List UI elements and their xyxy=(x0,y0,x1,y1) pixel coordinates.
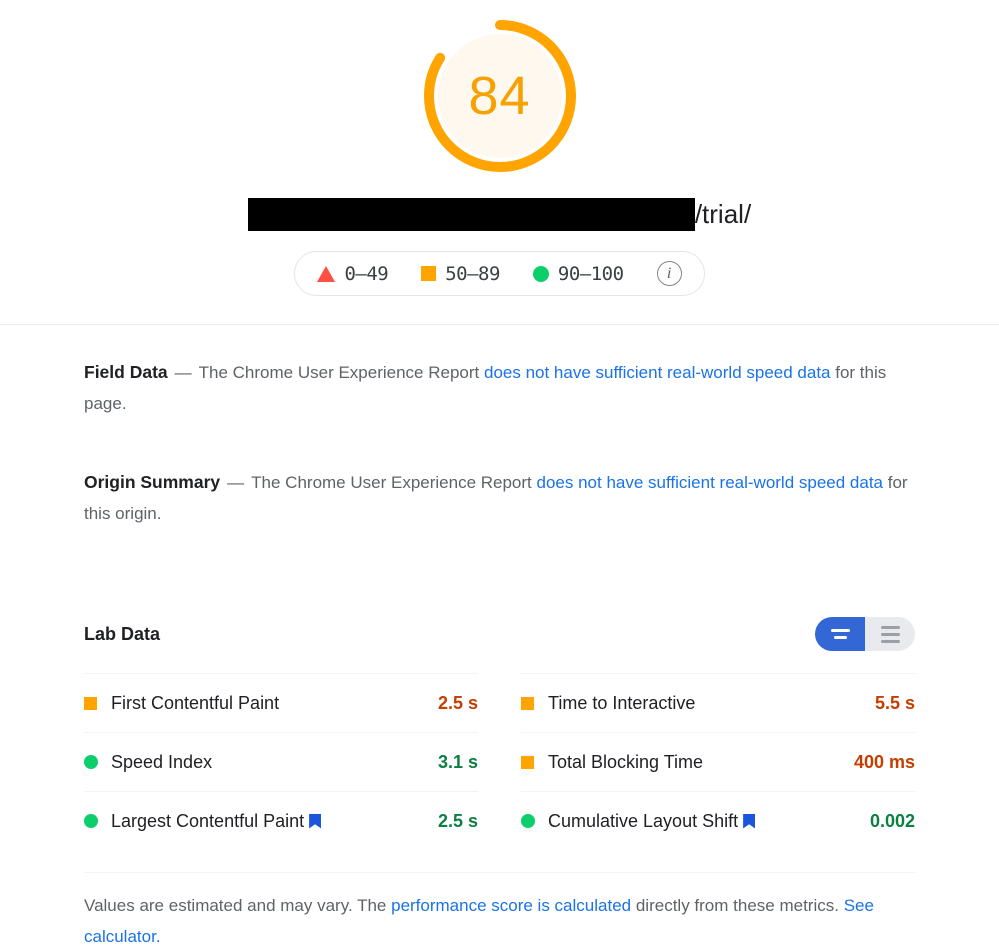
bar-icon-long xyxy=(830,629,850,632)
legend-label-average: 50–89 xyxy=(445,262,500,285)
square-icon xyxy=(421,266,437,281)
metric-name: Total Blocking Time xyxy=(548,752,854,773)
analyzed-url: /trial/ xyxy=(0,198,999,231)
field-data-section: Field Data — The Chrome User Experience Re… xyxy=(84,357,915,419)
metric-label: Speed Index xyxy=(111,751,213,772)
metric-value: 2.5 s xyxy=(437,692,478,713)
origin-summary-link[interactable]: does not have sufficient real-world spee… xyxy=(537,473,884,492)
lab-data-title: Lab Data xyxy=(84,623,161,644)
metric-label: Total Blocking Time xyxy=(548,751,704,772)
metric-name: First Contentful Paint xyxy=(111,693,438,714)
lab-data-footnote: Values are estimated and may vary. The p… xyxy=(84,872,915,952)
table-row[interactable]: Largest Contentful Paint 2.5 s xyxy=(84,791,478,850)
triangle-icon xyxy=(317,265,336,282)
score-legend-container: 0–49 50–89 90–100 i xyxy=(0,251,999,296)
field-data-link[interactable]: does not have sufficient real-world spee… xyxy=(484,363,831,382)
metric-label: Cumulative Layout Shift xyxy=(548,810,739,831)
metric-name: Largest Contentful Paint xyxy=(111,811,438,832)
metric-value: 2.5 s xyxy=(437,810,478,831)
metric-value: 400 ms xyxy=(853,751,915,772)
circle-icon xyxy=(532,265,549,282)
legend-item-good: 90–100 xyxy=(532,262,624,285)
table-row[interactable]: Speed Index 3.1 s xyxy=(84,732,478,791)
table-row[interactable]: Total Blocking Time 400 ms xyxy=(521,732,915,791)
bar-icon-3 xyxy=(880,639,900,643)
bookmark-icon xyxy=(309,813,322,829)
toggle-condensed-view[interactable] xyxy=(815,617,865,651)
table-row[interactable]: Time to Interactive 5.5 s xyxy=(521,673,915,732)
performance-score-link[interactable]: performance score is calculated xyxy=(391,896,631,915)
metric-label: First Contentful Paint xyxy=(111,692,280,713)
metric-label: Time to Interactive xyxy=(548,692,696,713)
circle-icon xyxy=(521,814,535,828)
toggle-expanded-view[interactable] xyxy=(865,617,915,651)
performance-gauge: 84 xyxy=(418,14,582,178)
origin-summary-text-before: The Chrome User Experience Report xyxy=(251,473,537,492)
circle-icon xyxy=(84,814,98,828)
field-data-dash: — xyxy=(174,363,192,382)
info-icon[interactable]: i xyxy=(656,261,682,286)
score-legend: 0–49 50–89 90–100 i xyxy=(294,251,705,296)
legend-label-good: 90–100 xyxy=(557,262,624,285)
footnote-text-2: directly from these metrics. xyxy=(631,896,844,915)
circle-icon xyxy=(84,755,98,769)
metric-name: Cumulative Layout Shift xyxy=(548,811,870,832)
bar-icon-1 xyxy=(880,625,900,629)
origin-summary-title: Origin Summary xyxy=(84,472,221,492)
metric-name: Speed Index xyxy=(111,752,438,773)
report-body: Field Data — The Chrome User Experience Re… xyxy=(0,357,999,952)
metrics-right-column: Time to Interactive 5.5 s Total Blocking… xyxy=(521,673,915,850)
bookmark-icon xyxy=(743,813,756,829)
metrics-left-column: First Contentful Paint 2.5 s Speed Index… xyxy=(84,673,478,850)
square-icon xyxy=(84,696,97,710)
metric-value: 0.002 xyxy=(869,810,915,831)
score-header: 84 /trial/ 0–49 50–89 90–100 i xyxy=(0,0,999,325)
view-toggle-group[interactable] xyxy=(815,617,915,651)
field-data-title: Field Data xyxy=(84,362,168,382)
bar-icon-2 xyxy=(880,632,900,636)
footnote-text-1: Values are estimated and may vary. The xyxy=(84,896,392,915)
lab-data-header: Lab Data xyxy=(84,617,915,651)
url-redacted-block xyxy=(247,198,695,231)
gauge-score-value: 84 xyxy=(468,66,531,126)
metric-value: 5.5 s xyxy=(874,692,915,713)
bar-icon-short xyxy=(833,636,847,639)
table-row[interactable]: Cumulative Layout Shift 0.002 xyxy=(521,791,915,850)
legend-label-poor: 0–49 xyxy=(344,262,389,285)
square-icon xyxy=(521,755,534,769)
url-visible-path: /trial/ xyxy=(694,199,752,229)
metric-label: Largest Contentful Paint xyxy=(111,810,305,831)
gauge-container: 84 xyxy=(0,14,999,178)
legend-item-poor: 0–49 xyxy=(317,262,389,285)
metric-name: Time to Interactive xyxy=(548,693,875,714)
square-icon xyxy=(521,696,534,710)
field-data-text-before: The Chrome User Experience Report xyxy=(198,363,484,382)
origin-summary-section: Origin Summary — The Chrome User Experienc… xyxy=(84,467,915,529)
origin-summary-dash: — xyxy=(227,473,245,492)
legend-item-average: 50–89 xyxy=(421,263,500,285)
lab-metrics: First Contentful Paint 2.5 s Speed Index… xyxy=(84,673,915,850)
table-row[interactable]: First Contentful Paint 2.5 s xyxy=(84,673,478,732)
metric-value: 3.1 s xyxy=(437,751,478,772)
